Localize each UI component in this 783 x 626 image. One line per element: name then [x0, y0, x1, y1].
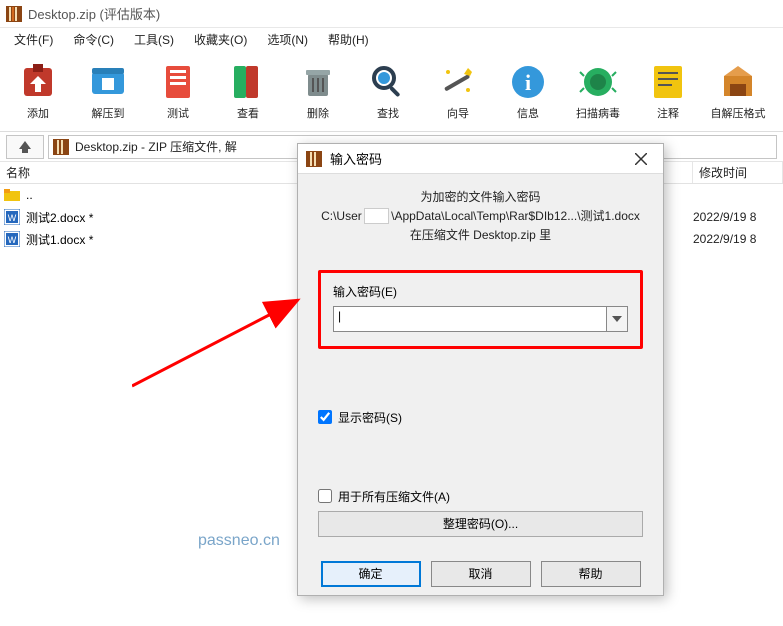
- scan-button[interactable]: 扫描病毒: [570, 62, 626, 121]
- toolbar: 添加 解压到 测试 查看 删除 查找 向导 i 信息 扫描病毒 注释 自解压格式: [0, 50, 783, 132]
- dialog-app-icon: [306, 151, 322, 167]
- doc-icon: W: [4, 231, 20, 247]
- address-text: Desktop.zip - ZIP 压缩文件, 解: [75, 138, 237, 155]
- msg-line1: 为加密的文件输入密码: [318, 188, 643, 207]
- add-button[interactable]: 添加: [10, 62, 66, 121]
- cancel-button[interactable]: 取消: [431, 561, 531, 587]
- close-button[interactable]: [627, 153, 655, 165]
- file-time: 2022/9/19 8: [693, 232, 783, 246]
- add-label: 添加: [27, 105, 49, 121]
- dialog-body: 为加密的文件输入密码 C:\User \AppData\Local\Temp\R…: [298, 174, 663, 601]
- all-archives-checkbox[interactable]: [318, 489, 332, 503]
- password-input[interactable]: |: [333, 306, 606, 332]
- find-label: 查找: [377, 105, 399, 121]
- watermark: passneo.cn: [198, 532, 280, 550]
- file-name: ..: [26, 188, 33, 202]
- all-archives-label: 用于所有压缩文件(A): [338, 488, 450, 505]
- password-dropdown-button[interactable]: [606, 306, 628, 332]
- svg-text:W: W: [8, 235, 17, 245]
- wizard-label: 向导: [447, 105, 469, 121]
- svg-text:W: W: [8, 213, 17, 223]
- sfx-label: 自解压格式: [711, 105, 766, 121]
- show-password-label: 显示密码(S): [338, 409, 402, 426]
- sfx-icon: [718, 62, 758, 102]
- delete-icon: [298, 62, 338, 102]
- app-icon: [6, 6, 22, 22]
- folder-up-icon: [4, 187, 20, 203]
- dialog-buttons: 确定 取消 帮助: [318, 561, 643, 587]
- test-button[interactable]: 测试: [150, 62, 206, 121]
- col-time[interactable]: 修改时间: [693, 162, 783, 183]
- organize-passwords-button[interactable]: 整理密码(O)...: [318, 511, 643, 537]
- view-icon: [228, 62, 268, 102]
- extract-button[interactable]: 解压到: [80, 62, 136, 121]
- show-password-row[interactable]: 显示密码(S): [318, 409, 643, 426]
- delete-label: 删除: [307, 105, 329, 121]
- extract-label: 解压到: [92, 105, 125, 121]
- scan-icon: [578, 62, 618, 102]
- close-icon: [635, 153, 647, 165]
- add-icon: [18, 62, 58, 102]
- doc-icon: W: [4, 209, 20, 225]
- ok-button[interactable]: 确定: [321, 561, 421, 587]
- annotation-arrow: [132, 296, 322, 416]
- archive-icon: [53, 139, 69, 155]
- up-button[interactable]: [6, 135, 44, 159]
- all-archives-row[interactable]: 用于所有压缩文件(A): [318, 488, 643, 505]
- info-label: 信息: [517, 105, 539, 121]
- help-button[interactable]: 帮助: [541, 561, 641, 587]
- titlebar: Desktop.zip (评估版本): [0, 0, 783, 28]
- show-password-checkbox[interactable]: [318, 410, 332, 424]
- find-icon: [368, 62, 408, 102]
- delete-button[interactable]: 删除: [290, 62, 346, 121]
- find-button[interactable]: 查找: [360, 62, 416, 121]
- scan-label: 扫描病毒: [576, 105, 620, 121]
- comment-icon: [648, 62, 688, 102]
- menu-help[interactable]: 帮助(H): [318, 29, 379, 50]
- password-section: 输入密码(E) |: [318, 270, 643, 349]
- view-button[interactable]: 查看: [220, 62, 276, 121]
- extract-icon: [88, 62, 128, 102]
- menu-option[interactable]: 选项(N): [257, 29, 318, 50]
- up-arrow-icon: [17, 141, 33, 153]
- menu-file[interactable]: 文件(F): [4, 29, 63, 50]
- file-name: 测试2.docx *: [26, 209, 93, 226]
- menu-fav[interactable]: 收藏夹(O): [184, 29, 257, 50]
- dialog-message: 为加密的文件输入密码 C:\User \AppData\Local\Temp\R…: [318, 188, 643, 246]
- view-label: 查看: [237, 105, 259, 121]
- msg-line2: C:\User \AppData\Local\Temp\Rar$DIb12...…: [318, 207, 643, 226]
- password-dialog: 输入密码 为加密的文件输入密码 C:\User \AppData\Local\T…: [297, 143, 664, 596]
- redacted-path: [364, 208, 389, 224]
- password-label: 输入密码(E): [333, 283, 628, 300]
- file-time: 2022/9/19 8: [693, 210, 783, 224]
- dialog-titlebar: 输入密码: [298, 144, 663, 174]
- info-button[interactable]: i 信息: [500, 62, 556, 121]
- menu-bar: 文件(F) 命令(C) 工具(S) 收藏夹(O) 选项(N) 帮助(H): [0, 28, 783, 50]
- msg-line3: 在压缩文件 Desktop.zip 里: [318, 226, 643, 245]
- menu-tool[interactable]: 工具(S): [124, 29, 184, 50]
- file-name: 测试1.docx *: [26, 231, 93, 248]
- comment-label: 注释: [657, 105, 679, 121]
- chevron-down-icon: [612, 316, 622, 322]
- menu-command[interactable]: 命令(C): [63, 29, 124, 50]
- wizard-button[interactable]: 向导: [430, 62, 486, 121]
- test-icon: [158, 62, 198, 102]
- comment-button[interactable]: 注释: [640, 62, 696, 121]
- window-title: Desktop.zip (评估版本): [28, 4, 160, 23]
- info-icon: i: [508, 62, 548, 102]
- dialog-title: 输入密码: [330, 149, 627, 168]
- wizard-icon: [438, 62, 478, 102]
- svg-text:i: i: [525, 70, 531, 95]
- sfx-button[interactable]: 自解压格式: [710, 62, 766, 121]
- test-label: 测试: [167, 105, 189, 121]
